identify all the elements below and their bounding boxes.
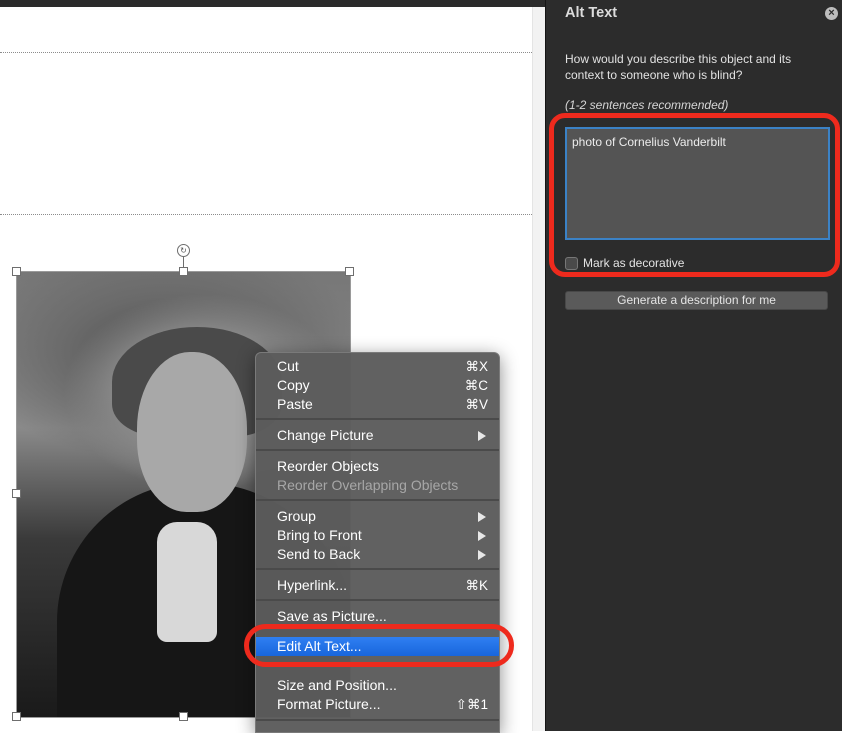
menu-separator bbox=[256, 449, 499, 451]
submenu-arrow-icon bbox=[478, 531, 486, 541]
menu-separator bbox=[256, 418, 499, 420]
menu-item-group[interactable]: Group bbox=[256, 507, 499, 526]
alt-text-pane: Alt Text × How would you describe this o… bbox=[545, 0, 842, 731]
resize-handle-left[interactable] bbox=[12, 489, 21, 498]
menu-item-bring-to-front[interactable]: Bring to Front bbox=[256, 526, 499, 545]
submenu-arrow-icon bbox=[478, 512, 486, 522]
submenu-arrow-icon bbox=[478, 550, 486, 560]
menu-item-label: Reorder Objects bbox=[277, 458, 379, 474]
menu-separator bbox=[256, 568, 499, 570]
resize-handle-top[interactable] bbox=[179, 267, 188, 276]
menu-item-label: Bring to Front bbox=[277, 527, 362, 543]
menu-item-label: Send to Back bbox=[277, 546, 361, 562]
menu-separator bbox=[256, 599, 499, 601]
menu-item-label: Paste bbox=[277, 396, 313, 412]
menu-item-reorder-overlapping: Reorder Overlapping Objects bbox=[256, 476, 499, 495]
annotation-ring-menu bbox=[244, 624, 514, 667]
menu-item-label: Format Picture... bbox=[277, 696, 381, 712]
annotation-ring-pane bbox=[549, 113, 840, 277]
menu-item-change-picture[interactable]: Change Picture bbox=[256, 426, 499, 445]
portrait-face bbox=[137, 352, 247, 512]
margin-guide-top bbox=[0, 52, 532, 53]
menu-item-send-to-back[interactable]: Send to Back bbox=[256, 545, 499, 564]
resize-handle-bottom[interactable] bbox=[179, 712, 188, 721]
menu-separator bbox=[256, 719, 499, 721]
menu-item-hyperlink[interactable]: Hyperlink... ⌘K bbox=[256, 576, 499, 595]
menu-shortcut: ⌘X bbox=[465, 359, 488, 374]
menu-item-format-picture[interactable]: Format Picture... ⇧⌘1 bbox=[256, 695, 499, 714]
menu-shortcut: ⌘C bbox=[464, 378, 488, 393]
document-scroll-gutter bbox=[532, 7, 545, 731]
resize-handle-top-left[interactable] bbox=[12, 267, 21, 276]
menu-item-copy[interactable]: Copy ⌘C bbox=[256, 376, 499, 395]
menu-item-label: Change Picture bbox=[277, 427, 374, 443]
menu-item-cut[interactable]: Cut ⌘X bbox=[256, 357, 499, 376]
pane-question: How would you describe this object and i… bbox=[565, 52, 792, 82]
pane-hint: (1-2 sentences recommended) bbox=[565, 98, 729, 112]
context-menu: Cut ⌘X Copy ⌘C Paste ⌘V Change Picture R… bbox=[255, 352, 500, 733]
portrait-shirt bbox=[157, 522, 217, 642]
menu-separator bbox=[256, 499, 499, 501]
menu-item-paste[interactable]: Paste ⌘V bbox=[256, 395, 499, 414]
menu-shortcut: ⌘K bbox=[465, 578, 488, 593]
menu-item-size-and-position[interactable]: Size and Position... bbox=[256, 676, 499, 695]
pane-title: Alt Text bbox=[565, 5, 618, 21]
menu-item-label: Reorder Overlapping Objects bbox=[277, 477, 459, 493]
menu-item-label: Copy bbox=[277, 377, 310, 393]
menu-shortcut: ⇧⌘1 bbox=[455, 697, 488, 712]
toolbar-strip bbox=[0, 0, 545, 7]
margin-guide-bottom bbox=[0, 214, 532, 215]
resize-handle-top-right[interactable] bbox=[345, 267, 354, 276]
submenu-arrow-icon bbox=[478, 431, 486, 441]
menu-item-label: Group bbox=[277, 508, 316, 524]
menu-shortcut: ⌘V bbox=[465, 397, 488, 412]
menu-item-label: Cut bbox=[277, 358, 299, 374]
menu-item-label: Hyperlink... bbox=[277, 577, 348, 593]
resize-handle-bottom-left[interactable] bbox=[12, 712, 21, 721]
close-circle-icon[interactable]: × bbox=[825, 7, 838, 20]
rotate-handle-icon[interactable]: ↻ bbox=[177, 244, 190, 257]
menu-item-label: Size and Position... bbox=[277, 677, 397, 693]
menu-item-reorder-objects[interactable]: Reorder Objects bbox=[256, 457, 499, 476]
generate-description-button[interactable]: Generate a description for me bbox=[565, 291, 828, 310]
